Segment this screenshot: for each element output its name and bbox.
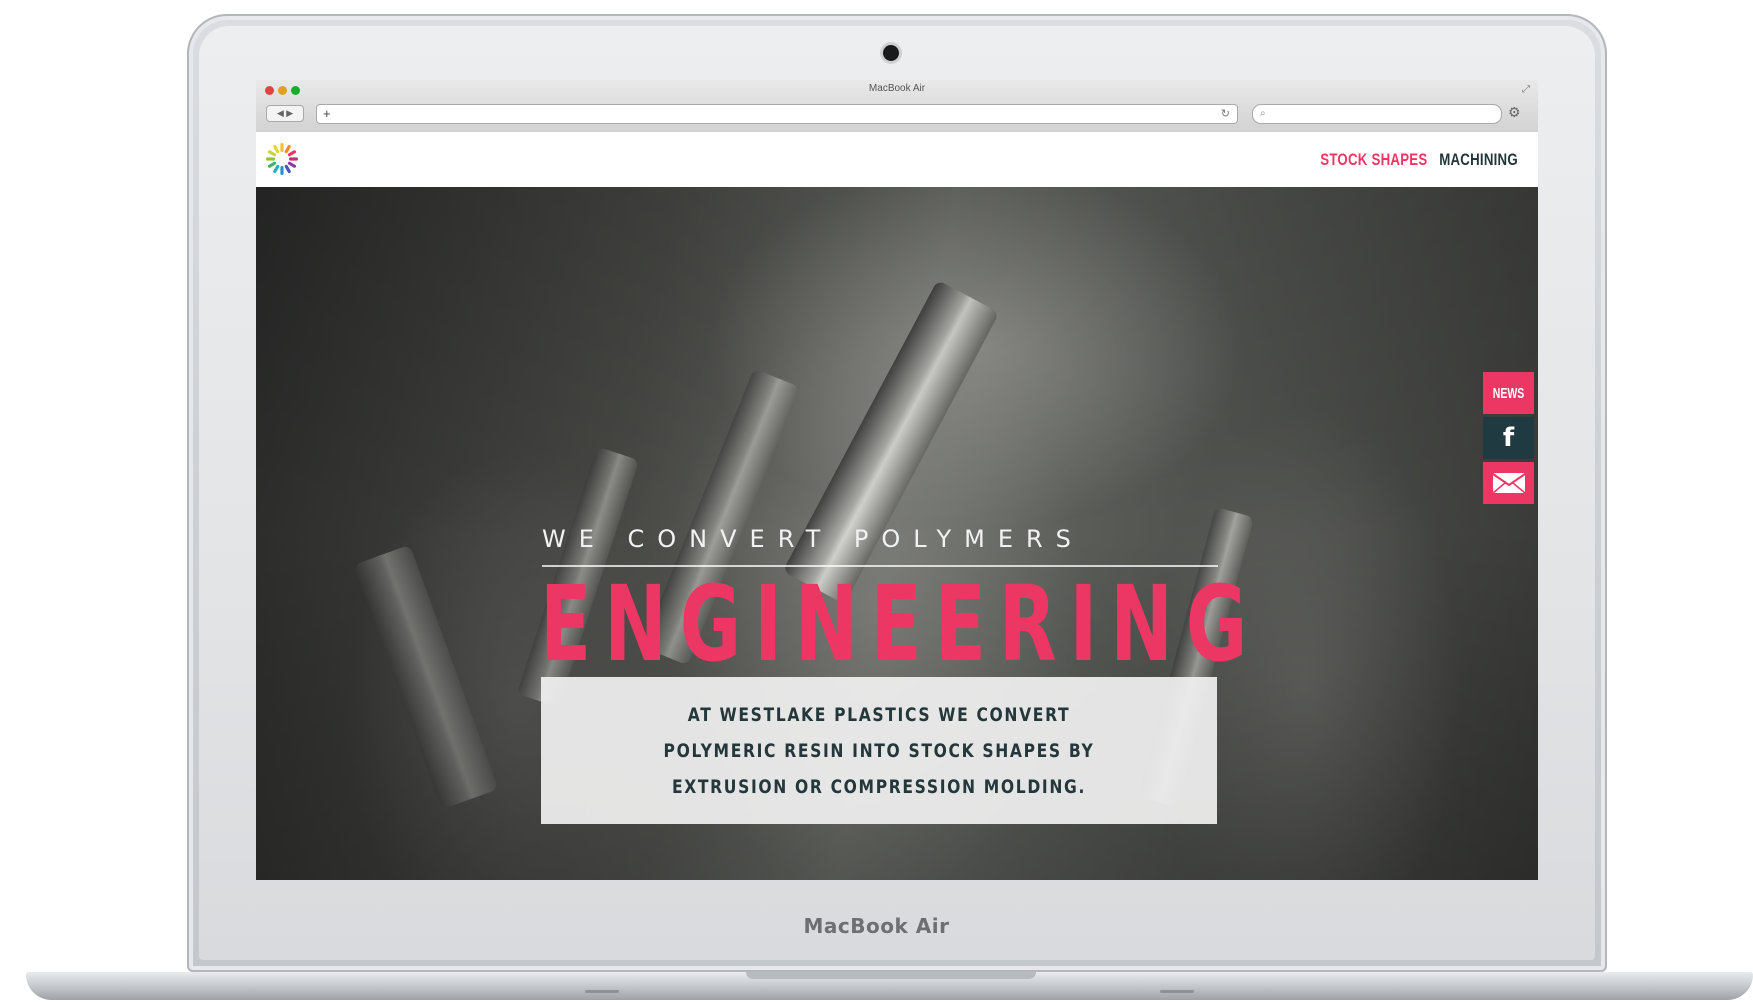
side-social-bar: NEWS f [1483, 372, 1534, 507]
laptop-foot [585, 990, 619, 993]
mail-icon[interactable] [1483, 462, 1534, 504]
hero-tagline: WE CONVERT POLYMERS [542, 525, 1084, 553]
main-nav: STOCK SHAPES MACHINING [1290, 132, 1518, 187]
hero-section: WE CONVERT POLYMERS ENGINEERING AT WESTL… [256, 187, 1538, 880]
intro-box: AT WESTLAKE PLASTICS WE CONVERT POLYMERI… [541, 677, 1217, 824]
nav-link-stock-shapes[interactable]: STOCK SHAPES [1320, 150, 1427, 170]
browser-toolbar: MacBook Air ⤢ ◀ ▶ + ↻ ⌕ ⚙ [256, 80, 1538, 133]
envelope-icon [1491, 473, 1526, 494]
nav-link-machining[interactable]: MACHINING [1439, 150, 1518, 170]
hero-title: ENGINEERING [540, 563, 1261, 685]
logo-icon[interactable] [264, 141, 300, 177]
laptop-brand-label: MacBook Air [803, 914, 950, 938]
laptop-screen: MacBook Air ⤢ ◀ ▶ + ↻ ⌕ ⚙ STOCK SHAPES M… [256, 80, 1538, 880]
back-forward-buttons[interactable]: ◀ ▶ [266, 105, 304, 122]
laptop-foot [1160, 990, 1194, 993]
reload-icon[interactable]: ↻ [1221, 105, 1230, 123]
gear-icon[interactable]: ⚙ [1508, 104, 1521, 121]
camera-icon [883, 45, 899, 61]
intro-text: AT WESTLAKE PLASTICS WE CONVERT POLYMERI… [663, 703, 1095, 798]
news-label: NEWS [1492, 384, 1525, 402]
window-title: MacBook Air [868, 83, 926, 94]
search-icon: ⌕ [1260, 108, 1266, 119]
search-input[interactable]: ⌕ [1252, 104, 1502, 124]
fullscreen-icon[interactable]: ⤢ [1522, 84, 1530, 95]
facebook-icon[interactable]: f [1483, 417, 1534, 459]
site-header: STOCK SHAPES MACHINING [256, 132, 1538, 187]
laptop-opening-notch [746, 972, 1036, 979]
address-bar[interactable]: + ↻ [316, 104, 1238, 124]
new-tab-plus-icon[interactable]: + [323, 105, 331, 123]
news-button[interactable]: NEWS [1483, 372, 1534, 414]
